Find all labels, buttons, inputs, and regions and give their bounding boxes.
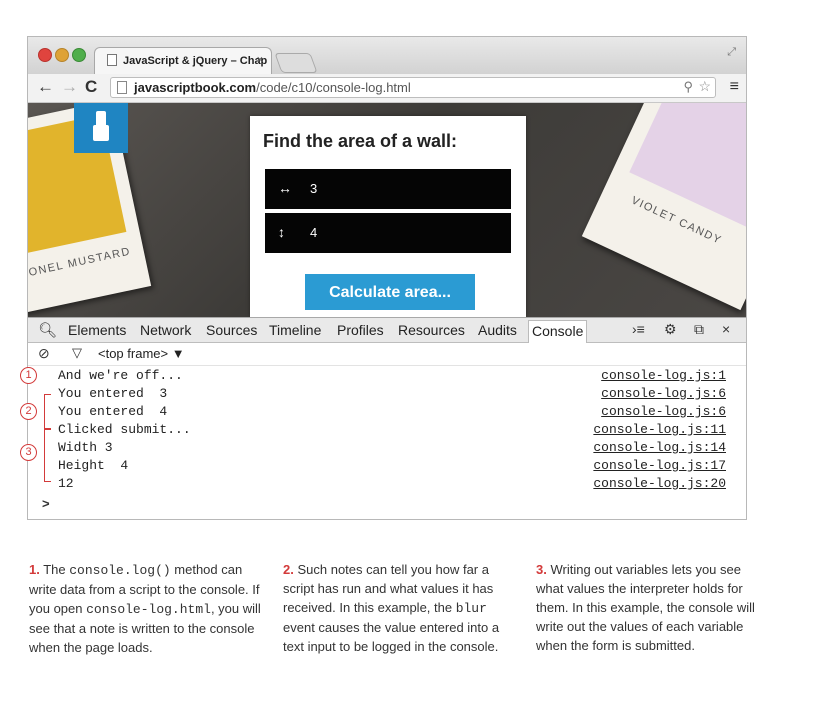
close-icon[interactable]: ×	[722, 321, 730, 337]
source-link[interactable]: console-log.js:11	[593, 422, 726, 437]
width-input[interactable]: ↔ 3	[265, 169, 511, 209]
url-text[interactable]: javascriptbook.com/code/c10/console-log.…	[134, 80, 411, 95]
console-line: Clicked submit... console-log.js:11	[58, 422, 726, 440]
console-message: Height 4	[58, 458, 129, 473]
close-tab-icon[interactable]: ×	[257, 54, 263, 66]
forward-arrow-icon[interactable]: →	[61, 77, 78, 97]
zoom-icon[interactable]: ⚲	[683, 79, 693, 95]
paintbrush-icon	[93, 111, 109, 141]
gear-icon[interactable]: ⚙	[664, 321, 677, 338]
caption-1: 1. The console.log() method can write da…	[29, 562, 261, 655]
console-line: You entered 3 console-log.js:6	[58, 386, 726, 404]
dock-icon[interactable]: ⧉	[694, 321, 704, 338]
horizontal-arrows-icon: ↔	[278, 180, 292, 196]
page-viewport: ONEL MUSTARD VIOLET CANDY Find the area …	[28, 103, 746, 317]
console-message: 12	[58, 476, 74, 491]
tab-timeline[interactable]: Timeline	[269, 322, 321, 338]
browser-tab[interactable]: JavaScript & jQuery – Chap ×	[94, 47, 272, 74]
frame-selector[interactable]: <top frame> ▼	[98, 346, 185, 361]
console-line: 12 console-log.js:20	[58, 476, 726, 494]
tab-title: JavaScript & jQuery – Chap	[123, 55, 268, 67]
annotation-bracket-3	[44, 428, 51, 482]
tab-resources[interactable]: Resources	[398, 322, 465, 338]
height-value: 4	[310, 225, 318, 240]
source-link[interactable]: console-log.js:1	[601, 368, 726, 383]
annotation-marker-3: 3	[20, 444, 37, 461]
maximize-window-button[interactable]	[72, 48, 86, 62]
fullscreen-icon[interactable]: ⤢	[727, 46, 736, 59]
console-line: And we're off... console-log.js:1	[58, 368, 726, 386]
console-message: Clicked submit...	[58, 422, 191, 437]
console-prompt[interactable]: >	[42, 496, 50, 511]
menu-icon[interactable]: ≡	[730, 78, 739, 96]
tab-audits[interactable]: Audits	[478, 322, 517, 338]
minimize-window-button[interactable]	[55, 48, 69, 62]
bookmark-star-icon[interactable]: ☆	[698, 78, 711, 95]
annotation-bracket-2	[44, 394, 51, 430]
page-icon	[107, 54, 117, 66]
paintbrush-logo-icon	[74, 103, 128, 153]
tab-elements[interactable]: Elements	[68, 322, 126, 338]
tab-profiles[interactable]: Profiles	[337, 322, 384, 338]
drawer-toggle-icon[interactable]: ›≡	[632, 321, 645, 337]
tab-network[interactable]: Network	[140, 322, 191, 338]
source-link[interactable]: console-log.js:6	[601, 386, 726, 401]
address-toolbar: ← → C javascriptbook.com/code/c10/consol…	[28, 74, 746, 103]
console-toolbar: ⊘ ▽ <top frame> ▼	[28, 343, 746, 366]
caption-2: 2. Such notes can tell you how far a scr…	[283, 562, 500, 654]
filter-icon[interactable]: ▽	[72, 345, 82, 361]
console-message: You entered 4	[58, 404, 168, 419]
card-title: Find the area of a wall:	[263, 131, 458, 151]
console-output: And we're off... console-log.js:1 You en…	[28, 366, 746, 519]
console-line: Height 4 console-log.js:17	[58, 458, 726, 476]
caption-3: 3. Writing out variables lets you see wh…	[536, 562, 755, 653]
clear-console-icon[interactable]: ⊘	[38, 345, 50, 362]
paint-swatch-violet: VIOLET CANDY	[581, 103, 746, 311]
console-message: And we're off...	[58, 368, 183, 383]
height-input[interactable]: ↕ 4	[265, 213, 511, 253]
annotation-marker-2: 2	[20, 403, 37, 420]
annotation-marker-1: 1	[20, 367, 37, 384]
width-value: 3	[310, 181, 318, 196]
title-bar: JavaScript & jQuery – Chap × ⤢	[28, 37, 746, 75]
source-link[interactable]: console-log.js:17	[593, 458, 726, 473]
search-icon[interactable]: 🔍︎	[38, 321, 57, 339]
tab-console[interactable]: Console	[528, 320, 588, 343]
browser-window: JavaScript & jQuery – Chap × ⤢ ← → C jav…	[27, 36, 747, 520]
back-arrow-icon[interactable]: ←	[37, 77, 54, 97]
new-tab-button[interactable]	[274, 53, 318, 73]
console-line: Width 3 console-log.js:14	[58, 440, 726, 458]
tab-sources[interactable]: Sources	[206, 322, 257, 338]
console-line: You entered 4 console-log.js:6	[58, 404, 726, 422]
console-message: Width 3	[58, 440, 113, 455]
console-message: You entered 3	[58, 386, 168, 401]
close-window-button[interactable]	[38, 48, 52, 62]
calculate-area-button[interactable]: Calculate area...	[305, 274, 475, 310]
area-calculator-card: Find the area of a wall: ↔ 3 ↕ 4 Calcula…	[250, 116, 526, 317]
page-icon	[117, 81, 127, 94]
source-link[interactable]: console-log.js:14	[593, 440, 726, 455]
reload-icon[interactable]: C	[85, 77, 97, 97]
address-bar[interactable]: javascriptbook.com/code/c10/console-log.…	[110, 77, 716, 98]
swatch-label: ONEL MUSTARD	[28, 245, 132, 279]
source-link[interactable]: console-log.js:6	[601, 404, 726, 419]
vertical-arrows-icon: ↕	[278, 224, 285, 240]
devtools-tab-bar: 🔍︎ Elements Network Sources Timeline Pro…	[28, 317, 746, 343]
source-link[interactable]: console-log.js:20	[593, 476, 726, 491]
